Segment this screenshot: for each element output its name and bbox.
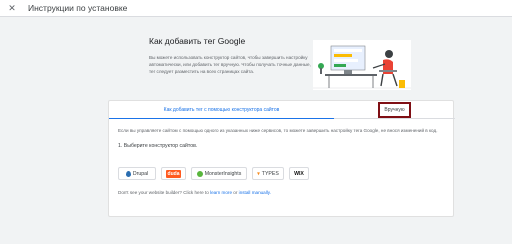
help-or: or bbox=[233, 190, 238, 195]
tab-website-builder[interactable]: Как добавить тег с помощью конструктора … bbox=[109, 101, 334, 119]
desk-illustration bbox=[313, 40, 411, 90]
builder-label: Drupal bbox=[132, 170, 149, 177]
drupal-icon bbox=[125, 170, 131, 177]
types-icon: ▾ bbox=[257, 170, 260, 177]
help-text: Don't see your website builder? Click he… bbox=[118, 190, 271, 195]
hero-title: Как добавить тег Google bbox=[149, 36, 246, 46]
builder-wix-button[interactable]: WIX bbox=[289, 167, 309, 180]
tab-manual[interactable]: Вручную bbox=[334, 101, 455, 119]
builder-label: MonsterInsights bbox=[204, 170, 242, 177]
hero-description: Вы можете использовать конструктор сайто… bbox=[149, 55, 311, 75]
help-prefix: Don't see your website builder? Click he… bbox=[118, 190, 209, 195]
intro-text: Если вы управляете сайтом с помощью одно… bbox=[118, 128, 438, 133]
dialog-title: Инструкции по установке bbox=[28, 3, 128, 13]
builder-label: TYPES bbox=[261, 170, 279, 177]
builder-label: duda bbox=[165, 169, 182, 178]
learn-more-link[interactable]: learn more bbox=[210, 190, 232, 195]
card-body: Если вы управляете сайтом с помощью одно… bbox=[118, 127, 448, 149]
monsterinsights-icon bbox=[196, 170, 203, 177]
builder-label: WIX bbox=[294, 170, 304, 177]
builder-duda-button[interactable]: duda bbox=[161, 167, 186, 180]
tab-bar: Как добавить тег с помощью конструктора … bbox=[109, 101, 455, 119]
step-label: 1. Выберите конструктор сайтов. bbox=[118, 143, 198, 150]
builder-list: Drupal duda MonsterInsights ▾ TYPES WIX bbox=[118, 167, 309, 180]
builder-drupal-button[interactable]: Drupal bbox=[118, 167, 156, 180]
dialog-header: ✕ Инструкции по установке bbox=[0, 0, 512, 17]
tab-manual-label: Вручную bbox=[378, 102, 411, 118]
close-icon[interactable]: ✕ bbox=[4, 0, 20, 16]
builder-types-button[interactable]: ▾ TYPES bbox=[252, 167, 284, 180]
setup-card: Как добавить тег с помощью конструктора … bbox=[108, 100, 455, 217]
builder-monsterinsights-button[interactable]: MonsterInsights bbox=[191, 167, 247, 180]
install-manually-link[interactable]: install manually. bbox=[239, 190, 271, 195]
hero-section: Как добавить тег Google Вы можете исполь… bbox=[108, 28, 454, 96]
